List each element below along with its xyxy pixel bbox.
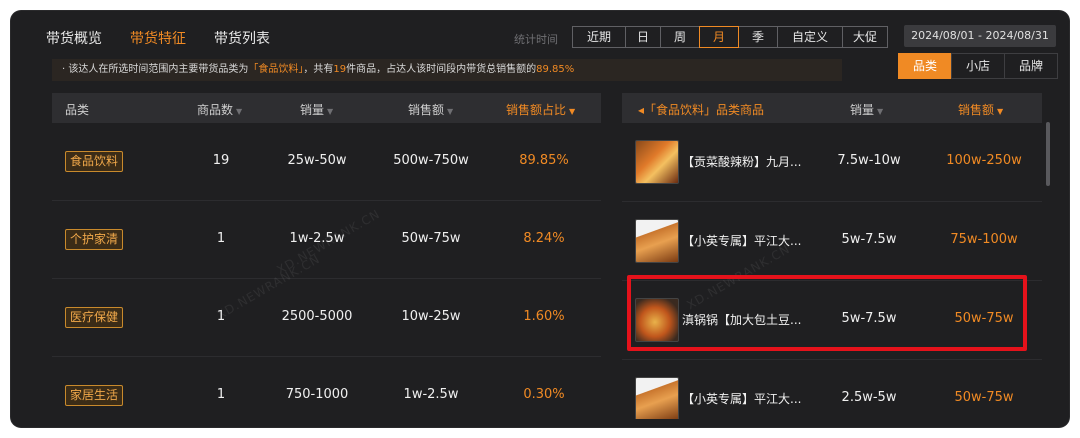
product-sales: 75w-100w <box>950 232 1018 247</box>
product-thumbnail[interactable] <box>635 377 679 419</box>
period-promo-button[interactable]: 大促 <box>842 26 888 48</box>
notice-count: 19 <box>333 64 347 75</box>
tab-features[interactable]: 带货特征 <box>130 28 186 48</box>
product-volume: 5w-7.5w <box>841 232 897 247</box>
sales-amount: 50w-75w <box>401 231 461 246</box>
header-share[interactable]: 销售额占比 ▼ <box>506 101 575 118</box>
product-table-scrollbar[interactable] <box>1046 122 1050 186</box>
table-row[interactable]: 【小英专属】平江大... 2.5w-5w 50w-75w <box>622 360 1042 419</box>
back-to-category-link[interactable]: ◂「食品饮料」品类商品 <box>638 101 764 118</box>
product-thumbnail[interactable] <box>635 140 679 184</box>
period-custom-button[interactable]: 自定义 <box>777 26 843 48</box>
product-sales: 50w-75w <box>954 390 1014 405</box>
category-table-header: 品类 商品数 ▼ 销量 ▼ 销售额 ▼ 销售额占比 ▼ <box>52 93 601 123</box>
product-table-header: ◂「食品饮料」品类商品 销量 ▼ 销售额 ▼ <box>622 93 1042 123</box>
header-sales-label: 销售额 <box>408 103 445 117</box>
table-row[interactable]: 食品饮料 19 25w-50w 500w-750w 89.85% <box>52 123 601 201</box>
view-toggle: 品类 小店 品牌 <box>898 53 1058 79</box>
product-name[interactable]: 【贡菜酸辣粉】九月... <box>682 153 801 170</box>
product-table: ◂「食品饮料」品类商品 销量 ▼ 销售额 ▼ 【贡菜酸辣粉】九月... 7.5w-1… <box>622 93 1042 419</box>
sort-icon: ▼ <box>327 107 334 116</box>
stat-time-label: 统计时间 <box>514 33 558 46</box>
product-count: 1 <box>216 231 226 246</box>
header-sales[interactable]: 销售额 ▼ <box>408 101 453 118</box>
product-sales: 100w-250w <box>946 153 1022 168</box>
category-tag: 食品饮料 <box>65 151 124 172</box>
header-share-label: 销售额占比 <box>506 103 567 117</box>
header-volume-label: 销量 <box>300 103 325 117</box>
sales-volume: 2500-5000 <box>281 309 353 324</box>
notice-prefix: · 该达人在所选时间范围内主要带货品类为 <box>62 64 249 75</box>
sales-share: 0.30% <box>523 387 565 402</box>
view-brand-button[interactable]: 品牌 <box>1004 53 1058 79</box>
sales-amount: 500w-750w <box>393 153 469 168</box>
header-count-label: 商品数 <box>197 103 234 117</box>
notice-category: 「食品饮料」 <box>248 64 304 75</box>
sales-amount: 1w-2.5w <box>403 387 459 402</box>
period-recent-button[interactable]: 近期 <box>572 26 626 48</box>
sort-icon: ▼ <box>447 107 454 116</box>
sales-share: 8.24% <box>523 231 565 246</box>
highlight-box <box>627 275 1027 351</box>
header-category: 品类 <box>65 103 90 117</box>
sort-icon: ▼ <box>236 107 243 116</box>
notice-percent: 89.85% <box>536 64 575 75</box>
category-table: 品类 商品数 ▼ 销量 ▼ 销售额 ▼ 销售额占比 ▼ 食品饮料 19 25w-50w … <box>52 93 601 434</box>
header-product-sales-label: 销售额 <box>958 103 995 117</box>
header-product-sales[interactable]: 销售额 ▼ <box>958 101 1003 118</box>
tab-list[interactable]: 带货列表 <box>214 28 270 48</box>
header-count[interactable]: 商品数 ▼ <box>197 101 242 118</box>
tab-overview[interactable]: 带货概览 <box>46 28 102 48</box>
header-product-volume[interactable]: 销量 ▼ <box>850 101 883 118</box>
sales-volume: 25w-50w <box>287 153 347 168</box>
date-range-picker[interactable]: 2024/08/01 - 2024/08/31 <box>904 25 1056 47</box>
sort-icon: ▼ <box>877 107 884 116</box>
table-row[interactable]: 医疗保健 1 2500-5000 10w-25w 1.60% <box>52 279 601 357</box>
sales-share: 89.85% <box>519 153 569 168</box>
period-selector: 近期 日 周 月 季 自定义 大促 <box>572 26 888 48</box>
sort-active-icon: ▼ <box>569 107 576 116</box>
category-tag: 个护家清 <box>65 229 124 250</box>
view-shop-button[interactable]: 小店 <box>951 53 1005 79</box>
product-name[interactable]: 【小英专属】平江大... <box>682 390 801 407</box>
product-count: 19 <box>212 153 230 168</box>
notice-mid2: 件商品，占达人该时间段内带货总销售额的 <box>346 64 537 75</box>
sort-active-icon: ▼ <box>997 107 1004 116</box>
category-tag: 家居生活 <box>65 385 124 406</box>
product-count: 1 <box>216 387 226 402</box>
category-tag: 医疗保健 <box>65 307 124 328</box>
notice-mid1: ，共有 <box>303 64 334 75</box>
table-row[interactable]: 家居生活 1 750-1000 1w-2.5w 0.30% <box>52 357 601 434</box>
period-day-button[interactable]: 日 <box>625 26 661 48</box>
sales-share: 1.60% <box>523 309 565 324</box>
product-volume: 7.5w-10w <box>837 153 901 168</box>
sales-amount: 10w-25w <box>401 309 461 324</box>
header-volume[interactable]: 销量 ▼ <box>300 101 333 118</box>
table-row[interactable]: 【小英专属】平江大... 5w-7.5w 75w-100w <box>622 202 1042 281</box>
product-thumbnail[interactable] <box>635 219 679 263</box>
period-week-button[interactable]: 周 <box>660 26 700 48</box>
view-category-button[interactable]: 品类 <box>898 53 952 79</box>
sales-volume: 750-1000 <box>285 387 349 402</box>
period-quarter-button[interactable]: 季 <box>738 26 778 48</box>
table-row[interactable]: 【贡菜酸辣粉】九月... 7.5w-10w 100w-250w <box>622 123 1042 202</box>
summary-notice: · 该达人在所选时间范围内主要带货品类为「食品饮料」，共有19件商品，占达人该时… <box>52 59 842 81</box>
header-product-volume-label: 销量 <box>850 103 875 117</box>
product-volume: 2.5w-5w <box>841 390 897 405</box>
period-month-button[interactable]: 月 <box>699 26 739 48</box>
